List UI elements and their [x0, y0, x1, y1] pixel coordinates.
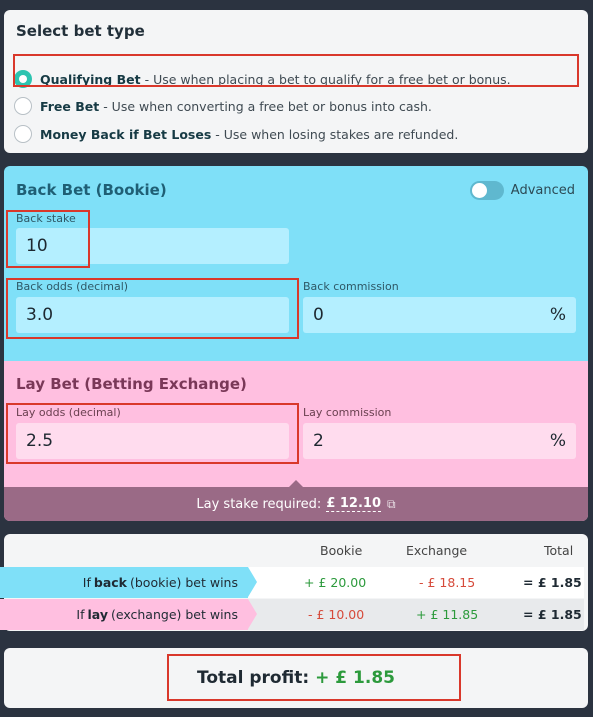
- header-total: Total: [544, 543, 574, 558]
- total-profit-label: Total profit:: [197, 668, 310, 688]
- back-odds-label: Back odds (decimal): [16, 280, 129, 293]
- option-name: Qualifying Bet: [40, 71, 141, 87]
- lay-commission-value: 2: [313, 431, 324, 451]
- option-desc: - Use when placing a bet to qualify for …: [144, 71, 511, 87]
- radio-icon[interactable]: [14, 125, 32, 143]
- back-odds-input[interactable]: 3.0: [16, 297, 289, 333]
- option-desc: - Use when losing stakes are refunded.: [215, 126, 459, 142]
- back-stake-value: 10: [26, 236, 48, 256]
- row-label: If back (bookie) bet wins: [0, 567, 257, 598]
- lay-wins-total: = £ 1.85: [523, 607, 582, 622]
- back-bet-panel: Back Bet (Bookie) Advanced Back stake 10…: [4, 166, 588, 361]
- radio-icon[interactable]: [14, 97, 32, 115]
- back-commission-label: Back commission: [303, 280, 399, 293]
- back-commission-input[interactable]: 0 %: [303, 297, 576, 333]
- option-name: Free Bet: [40, 98, 100, 114]
- lay-odds-input[interactable]: 2.5: [16, 423, 289, 459]
- lay-bet-panel: Lay Bet (Betting Exchange) Lay odds (dec…: [4, 361, 588, 521]
- option-name: Money Back if Bet Loses: [40, 126, 212, 142]
- lay-odds-label: Lay odds (decimal): [16, 406, 121, 419]
- lay-wins-exchange: + £ 11.85: [416, 607, 479, 622]
- option-desc: - Use when converting a free bet or bonu…: [103, 98, 432, 114]
- back-wins-total: = £ 1.85: [523, 575, 582, 590]
- table-row-lay-wins: If lay (exchange) bet wins - £ 10.00 + £…: [0, 599, 584, 630]
- option-qualifying-bet[interactable]: Qualifying Bet - Use when placing a bet …: [14, 68, 511, 90]
- lay-commission-input[interactable]: 2 %: [303, 423, 576, 459]
- back-commission-value: 0: [313, 305, 324, 325]
- row-label-bold: back: [93, 575, 127, 590]
- lay-wins-bookie: - £ 10.00: [308, 607, 365, 622]
- percent-sign: %: [549, 305, 566, 325]
- back-stake-input[interactable]: 10: [16, 228, 289, 264]
- header-exchange: Exchange: [406, 543, 468, 558]
- back-bet-title: Back Bet (Bookie): [16, 181, 167, 199]
- advanced-label: Advanced: [510, 183, 575, 198]
- back-odds-value: 3.0: [26, 305, 54, 325]
- advanced-toggle[interactable]: [470, 181, 504, 200]
- row-label-pre: If: [82, 575, 91, 590]
- back-wins-bookie: + £ 20.00: [304, 575, 367, 590]
- radio-selected-icon[interactable]: [14, 70, 32, 88]
- option-money-back[interactable]: Money Back if Bet Loses - Use when losin…: [14, 123, 458, 145]
- lay-commission-label: Lay commission: [303, 406, 392, 419]
- row-label-pre: If: [76, 607, 85, 622]
- total-profit-value: + £ 1.85: [315, 668, 395, 688]
- lay-stake-amount[interactable]: £ 12.10: [326, 496, 382, 512]
- lay-stake-banner: Lay stake required: £ 12.10 ⧉: [4, 480, 588, 521]
- back-wins-exchange: - £ 18.15: [419, 575, 476, 590]
- bet-type-title: Select bet type: [16, 22, 145, 40]
- row-label-bold: lay: [87, 607, 108, 622]
- table-row-back-wins: If back (bookie) bet wins + £ 20.00 - £ …: [0, 567, 584, 598]
- lay-stake-label: Lay stake required:: [196, 496, 322, 512]
- row-label-post: (exchange) bet wins: [110, 607, 238, 622]
- total-profit-panel: Total profit: + £ 1.85: [4, 648, 588, 708]
- back-stake-label: Back stake: [16, 212, 76, 225]
- lay-bet-title: Lay Bet (Betting Exchange): [16, 375, 247, 393]
- option-free-bet[interactable]: Free Bet - Use when converting a free be…: [14, 95, 432, 117]
- row-label-post: (bookie) bet wins: [130, 575, 238, 590]
- percent-sign: %: [549, 431, 566, 451]
- row-label: If lay (exchange) bet wins: [0, 599, 257, 630]
- lay-odds-value: 2.5: [26, 431, 54, 451]
- header-bookie: Bookie: [320, 543, 363, 558]
- bet-type-panel: Select bet type Qualifying Bet - Use whe…: [4, 10, 588, 153]
- copy-icon[interactable]: ⧉: [387, 497, 396, 512]
